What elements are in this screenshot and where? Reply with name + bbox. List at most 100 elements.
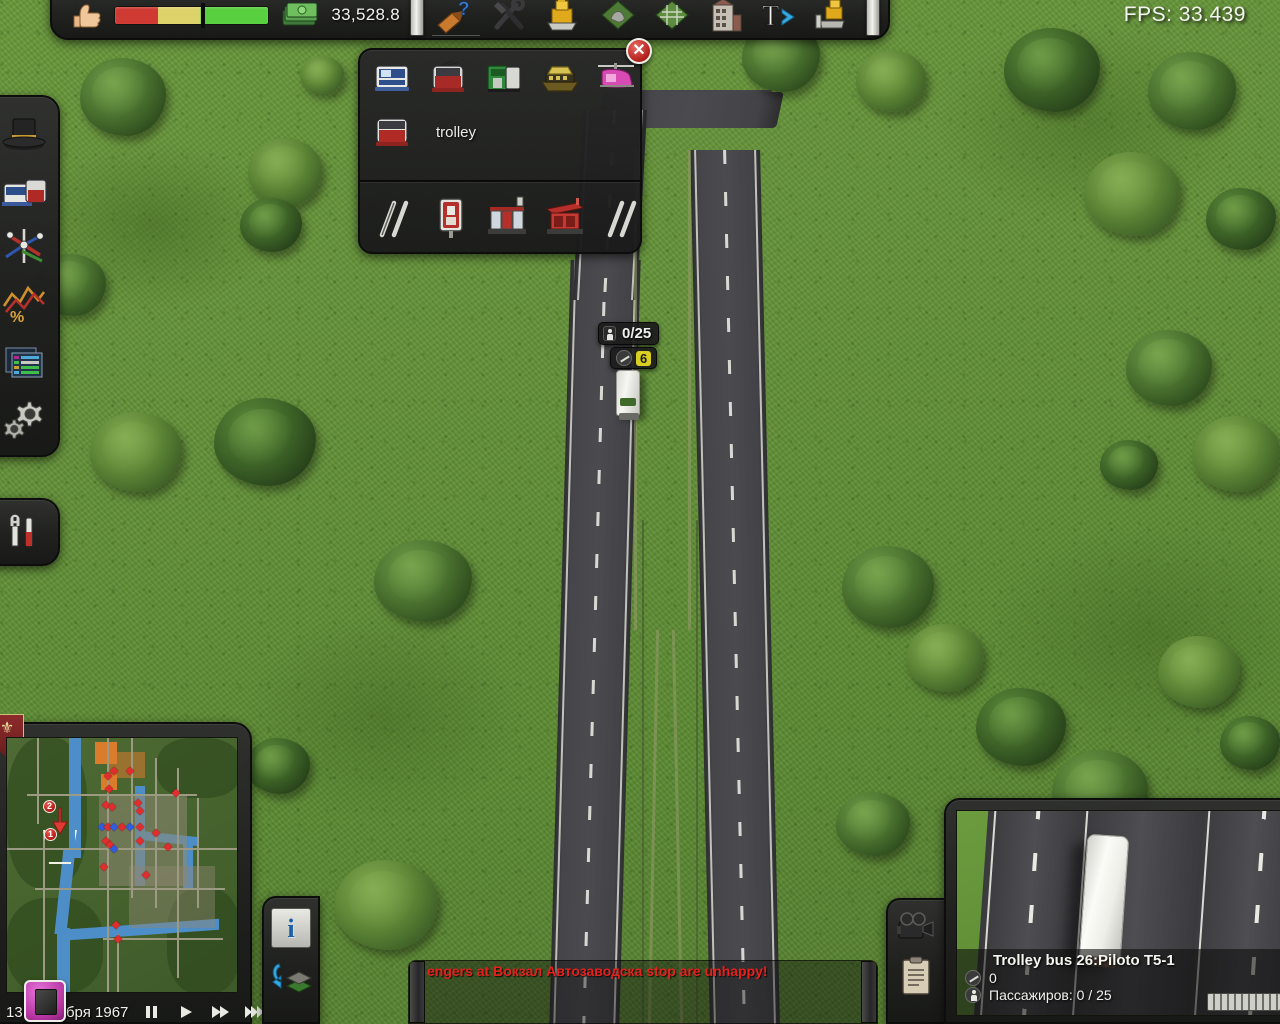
picker-category-row — [370, 58, 634, 98]
build-wire-remove[interactable] — [600, 195, 644, 241]
tree — [1126, 330, 1212, 406]
minimap-marker-2[interactable]: 2 — [43, 800, 56, 813]
tree — [248, 138, 322, 206]
bulldozer-tool[interactable] — [812, 0, 856, 35]
fps-counter: FPS: 33.439 — [1123, 3, 1246, 26]
construction-tool[interactable] — [542, 0, 586, 35]
tree — [1192, 416, 1280, 492]
category-ship[interactable] — [538, 58, 582, 98]
tree — [80, 58, 166, 136]
minimap-forest — [157, 738, 237, 798]
message-bar[interactable]: engers at Вокзал Автозаводска stop are u… — [408, 960, 878, 1024]
camera-icon[interactable] — [895, 912, 937, 942]
tree — [90, 412, 182, 492]
layers-toggle-icon[interactable] — [269, 958, 313, 994]
build-stop[interactable] — [543, 195, 587, 241]
lane-dashes — [582, 260, 607, 1024]
vehicle-line-tag: 6 — [610, 347, 658, 369]
vehicle-title: Trolley bus 26:Piloto T5-1 — [993, 952, 1175, 969]
tools-tool[interactable] — [488, 0, 532, 35]
tree — [1004, 28, 1100, 112]
tree — [1100, 440, 1158, 490]
minimap-info-button[interactable] — [271, 908, 311, 948]
minimap-canvas[interactable]: 2 1 — [6, 737, 238, 993]
left-sidebar: % — [0, 95, 60, 457]
sidebar-item-lines[interactable] — [0, 221, 50, 273]
vehicle-detail-window: Trolley bus 26:Piloto T5-1 0 Пассажиров:… — [944, 798, 1280, 1024]
svg-text:?: ? — [458, 0, 470, 20]
svg-text:%: % — [10, 309, 24, 326]
minimap-road — [37, 738, 39, 824]
category-train[interactable] — [482, 58, 526, 98]
lane-dashes — [723, 150, 746, 1024]
picker-vehicle-section: trolley — [360, 50, 640, 180]
sidebar-item-settings[interactable] — [0, 392, 50, 444]
sidebar-item-finances[interactable] — [0, 335, 50, 387]
sidebar-item-statistics[interactable]: % — [0, 278, 50, 330]
vehicle-map-tag[interactable]: 0/25 6 — [598, 322, 660, 369]
minimap-road — [43, 832, 45, 992]
buildings-tool[interactable] — [704, 0, 748, 35]
toolbar-divider — [410, 0, 424, 36]
trolley-wire-thin-right — [696, 520, 698, 1024]
terrain-tool[interactable] — [596, 0, 640, 35]
money-value: 33,528.8 — [331, 5, 400, 24]
tree — [976, 688, 1066, 766]
tree — [906, 624, 984, 692]
passenger-icon — [965, 987, 981, 1003]
play-button[interactable] — [176, 1004, 196, 1020]
category-tram[interactable] — [426, 58, 470, 98]
trolleybus-on-road[interactable] — [616, 370, 640, 420]
picker-selected-label: trolley — [436, 123, 477, 141]
vehicle-trolley[interactable] — [370, 112, 414, 152]
fast-forward-button[interactable] — [210, 1004, 230, 1020]
build-trolley-wire[interactable] — [372, 195, 416, 241]
category-aircraft[interactable] — [594, 58, 638, 98]
thumbs-up-icon — [66, 0, 104, 30]
passenger-icon — [603, 326, 616, 341]
minimap-road — [27, 794, 197, 796]
zoning-tool[interactable] — [650, 0, 694, 35]
build-depot[interactable] — [429, 195, 473, 241]
trolleybus-model — [1078, 833, 1130, 963]
trolley-wire-right — [688, 150, 691, 630]
sidebar-item-maintenance[interactable] — [0, 506, 50, 558]
pause-button[interactable] — [142, 1004, 162, 1020]
line-number-badge: 6 — [636, 350, 652, 366]
trolleybus-front-marker — [620, 398, 636, 406]
minimap-side-buttons — [262, 896, 320, 1024]
cursor-help-tool[interactable]: ? — [432, 0, 480, 36]
trolley-wire-thin-left — [642, 520, 644, 1024]
tree — [1158, 636, 1240, 708]
clipboard-icon[interactable] — [900, 956, 932, 996]
build-station[interactable] — [486, 195, 530, 241]
minimap-marker-1[interactable]: 1 — [44, 828, 57, 841]
minimap-forest — [7, 898, 103, 992]
vehicle-picker-panel: ✕ trolley — [358, 38, 652, 254]
rating-marker — [200, 2, 205, 28]
sidebar-item-vehicles[interactable] — [0, 164, 50, 216]
minimap-panel: 2 1 13 сентября 1967 — [0, 714, 265, 1024]
vehicle-camera-view: Trolley bus 26:Piloto T5-1 0 Пассажиров:… — [956, 810, 1280, 1016]
minimap-road — [177, 768, 179, 978]
message-log-icon[interactable] — [24, 980, 66, 1022]
picker-selected-row: trolley — [370, 112, 630, 152]
tree — [300, 56, 344, 94]
left-sidebar-secondary — [0, 498, 60, 566]
message-text: engers at Вокзал Автозаводска stop are u… — [427, 963, 768, 979]
sidebar-item-company[interactable] — [0, 107, 50, 159]
vehicle-capacity-tag: 0/25 — [598, 322, 660, 345]
tree — [334, 860, 438, 950]
trolleybus-thumbnail-icon — [1207, 993, 1280, 1011]
category-bus[interactable] — [370, 58, 414, 98]
vehicle-speed-row: 0 — [965, 970, 1279, 986]
tree — [246, 738, 310, 794]
vehicle-info-overlay: Trolley bus 26:Piloto T5-1 0 Пассажиров:… — [957, 949, 1280, 1015]
minimap-road — [131, 738, 133, 898]
tree — [836, 792, 910, 856]
approval-rating-bar — [114, 2, 270, 28]
speed-icon — [616, 350, 632, 366]
vehicle-speed-value: 0 — [989, 970, 997, 986]
tree — [1084, 152, 1180, 236]
text-tool[interactable]: T — [758, 0, 802, 35]
